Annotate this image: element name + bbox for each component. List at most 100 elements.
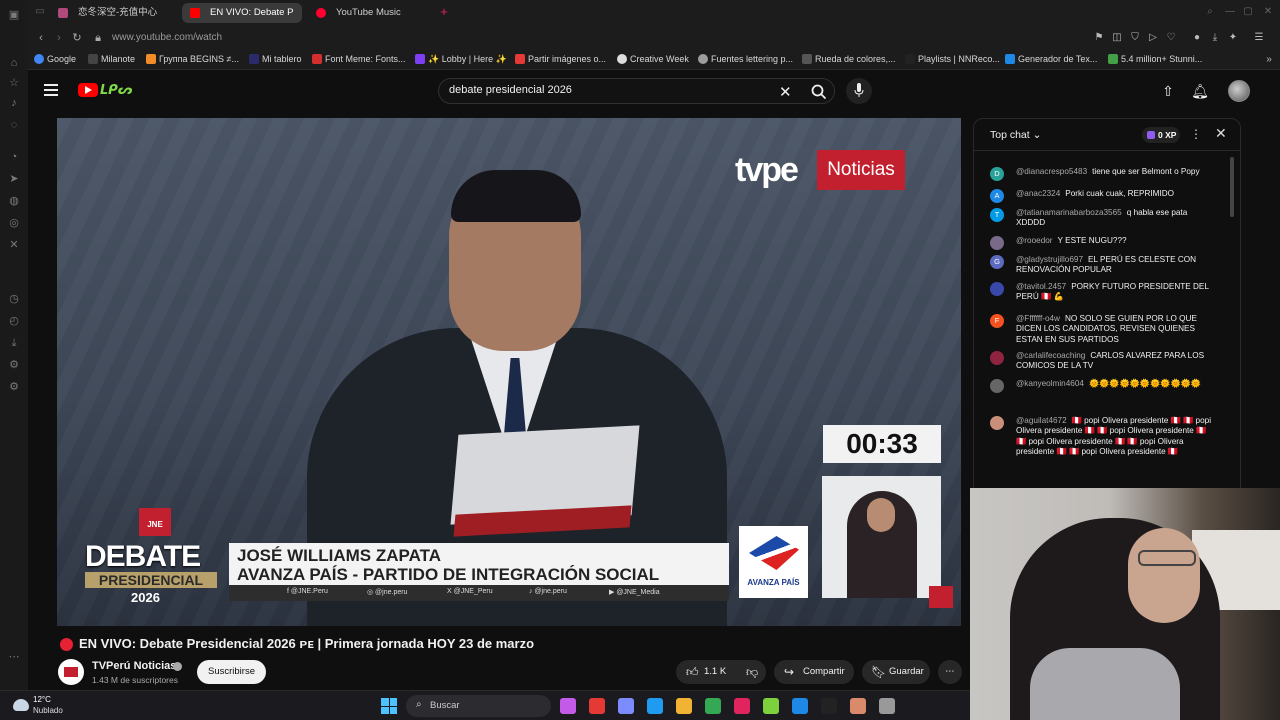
bookmark-milanote[interactable]: Milanote [88, 54, 135, 64]
more-actions-button[interactable]: ⋯ [938, 660, 962, 684]
account-avatar[interactable] [1228, 80, 1250, 102]
like-icon[interactable]: 👍︎ [686, 660, 699, 684]
tab-youtube-debate[interactable]: EN VIVO: Debate P [182, 3, 302, 23]
video-player[interactable]: tvpe Noticias 00:33 JNE DEBATE PRESIDENC… [57, 118, 961, 626]
bookmark-creative-week[interactable]: Creative Week [617, 54, 689, 64]
bookmarks-icon[interactable]: ☆ [7, 76, 21, 90]
home-icon[interactable]: ⌂ [7, 56, 21, 70]
bookmark-partir-imagenes[interactable]: Partir imágenes o... [515, 54, 606, 64]
save-button[interactable]: 🔖︎ Guardar [862, 660, 930, 684]
taskbar-app-icon[interactable] [792, 698, 808, 714]
channel-name[interactable]: TVPerú Noticias [92, 660, 176, 672]
taskbar-app-icon[interactable] [618, 698, 634, 714]
new-tab-icon[interactable]: + [438, 5, 450, 18]
youtube-doodle[interactable]: ᒪᑭᔕ [100, 82, 140, 100]
bookmark-generador-texto[interactable]: Generador de Tex... [1005, 54, 1097, 64]
extensions-icon[interactable]: ⚙ [7, 358, 21, 372]
channel-avatar[interactable] [58, 659, 84, 685]
chat-mode-dropdown[interactable]: Top chat ⌄ [990, 129, 1041, 141]
chat-author[interactable]: @Fffffff-o4w [1016, 314, 1060, 323]
menu-icon[interactable] [44, 84, 58, 96]
chat-message[interactable]: @rooedor Y ESTE NUGU??? [990, 236, 1212, 250]
chat-message[interactable]: F @Fffffff-o4w NO SOLO SE GUIEN POR LO QUE… [990, 314, 1212, 345]
taskbar-app-icon[interactable] [589, 698, 605, 714]
camera-icon[interactable]: ◫ [1110, 31, 1124, 45]
chat-author-avatar[interactable] [990, 282, 1004, 296]
more-bookmarks-icon[interactable]: » [1262, 53, 1276, 67]
chat-more-icon[interactable]: ⋮ [1190, 127, 1202, 141]
instagram-icon[interactable]: ◎ [7, 216, 21, 230]
download-icon[interactable]: ⤓ [7, 336, 21, 350]
pin-icon[interactable]: ⚑ [1092, 31, 1106, 45]
chat-author[interactable]: @kanyeolmin4604 [1016, 379, 1084, 388]
taskbar-app-icon[interactable] [850, 698, 866, 714]
chat-message[interactable]: A @anac2324 Porki cuak cuak, REPRIMIDO [990, 189, 1212, 203]
workspaces-icon[interactable]: ▣ [7, 8, 21, 22]
chat-author[interactable]: @dianacrespo5483 [1016, 167, 1087, 176]
tab-recharge[interactable]: 恋冬深空-充值中心 [50, 3, 174, 23]
aria-ai-icon[interactable]: ✦ [1226, 31, 1240, 45]
dislike-icon[interactable]: 👎︎ [746, 660, 758, 684]
search-icon[interactable] [811, 84, 827, 100]
chat-close-icon[interactable]: ✕ [1215, 125, 1227, 142]
history-icon[interactable]: ◷ [7, 292, 21, 306]
taskbar-app-icon[interactable] [705, 698, 721, 714]
bookmark-fuentes-lettering[interactable]: Fuentes lettering p... [698, 54, 793, 64]
discord-icon[interactable]: ◍ [7, 194, 21, 208]
chat-author[interactable]: @tatianamarinabarboza3565 [1016, 208, 1122, 217]
taskbar-app-icon[interactable] [821, 698, 837, 714]
taskbar-app-icon[interactable] [879, 698, 895, 714]
tab-youtube-music[interactable]: YouTube Music [308, 3, 432, 23]
bookmark-rueda-colores[interactable]: Rueda de colores,... [802, 54, 896, 64]
chat-message[interactable]: G @gladystrujillo697 EL PERÚ ES CELESTE CO… [990, 255, 1212, 276]
xp-badge[interactable]: 0 XP [1142, 127, 1180, 143]
forward-icon[interactable]: › [52, 31, 66, 45]
chat-author-avatar[interactable]: D [990, 167, 1004, 181]
chat-author[interactable]: @tavitol.2457 [1016, 282, 1066, 291]
like-count[interactable]: 1.1 K [704, 660, 726, 684]
cloud-icon[interactable] [13, 699, 29, 711]
chat-scrollbar[interactable] [1230, 157, 1234, 217]
chat-author[interactable]: @aguilat4672 [1016, 416, 1067, 425]
back-icon[interactable]: ‹ [34, 31, 48, 45]
chat-message[interactable]: @carlalifecoaching CARLOS ALVAREZ PARA LO… [990, 351, 1212, 372]
close-window-icon[interactable]: ✕ [1262, 6, 1274, 18]
chat-author[interactable]: @anac2324 [1016, 189, 1060, 198]
whatsapp-icon[interactable]: ◔ [7, 150, 21, 164]
bookmark-begins[interactable]: Группа BEGINS ≠... [146, 54, 239, 64]
taskbar-search[interactable]: ⌕ Buscar [406, 695, 551, 717]
music-icon[interactable]: ♪ [7, 96, 21, 110]
chat-author[interactable]: @gladystrujillo697 [1016, 255, 1083, 264]
bookmark-stunning[interactable]: 5.4 million+ Stunni... [1108, 54, 1202, 64]
chat-author-avatar[interactable] [990, 416, 1004, 430]
minimize-icon[interactable]: — [1224, 6, 1236, 18]
taskbar-app-icon[interactable] [647, 698, 663, 714]
messenger-icon[interactable]: ◌ [7, 118, 21, 132]
windows-start-icon[interactable] [381, 698, 397, 714]
settings-icon[interactable]: ⚙ [7, 380, 21, 394]
browser-menu-icon[interactable]: ☰ [1252, 31, 1266, 45]
bookmark-playlists[interactable]: Playlists | NNReco... [905, 54, 1000, 64]
shield-icon[interactable]: ⛉ [1128, 31, 1142, 45]
chat-message[interactable]: D @dianacrespo5483 tiene que ser Belmont o… [990, 167, 1212, 181]
profile-icon[interactable]: ● [1190, 31, 1204, 45]
chat-author-avatar[interactable]: G [990, 255, 1004, 269]
x-icon[interactable]: ✕ [7, 238, 21, 252]
chat-message[interactable]: T @tatianamarinabarboza3565 q habla ese pa… [990, 208, 1212, 229]
chat-message[interactable]: @aguilat4672 🇵🇪 popi Olivera presidente 🇵… [990, 416, 1212, 458]
heart-icon[interactable]: ♡ [1164, 31, 1178, 45]
notifications-icon[interactable]: 🔔︎ [1191, 82, 1209, 100]
taskbar-app-icon[interactable] [560, 698, 576, 714]
bookmark-lobby[interactable]: ✨ Lobby | Here ✨ [415, 54, 507, 65]
clear-search-icon[interactable]: ✕ [779, 83, 792, 101]
chat-message[interactable]: @tavitol.2457 PORKY FUTURO PRESIDENTE DEL… [990, 282, 1212, 303]
chat-author-avatar[interactable]: A [990, 189, 1004, 203]
bookmark-mi-tablero[interactable]: Mi tablero [249, 54, 302, 64]
taskbar-app-icon[interactable] [734, 698, 750, 714]
upload-icon[interactable]: ⇧ [1159, 82, 1177, 100]
chat-message[interactable]: @kanyeolmin4604 🌞🌞🌞🌞🌞🌞🌞🌞🌞🌞🌞 [990, 379, 1212, 393]
url-field[interactable]: www.youtube.com/watch [112, 32, 222, 43]
chat-author-avatar[interactable] [990, 236, 1004, 250]
voice-search-button[interactable] [846, 78, 872, 104]
share-button[interactable]: ↪ Compartir [774, 660, 854, 684]
